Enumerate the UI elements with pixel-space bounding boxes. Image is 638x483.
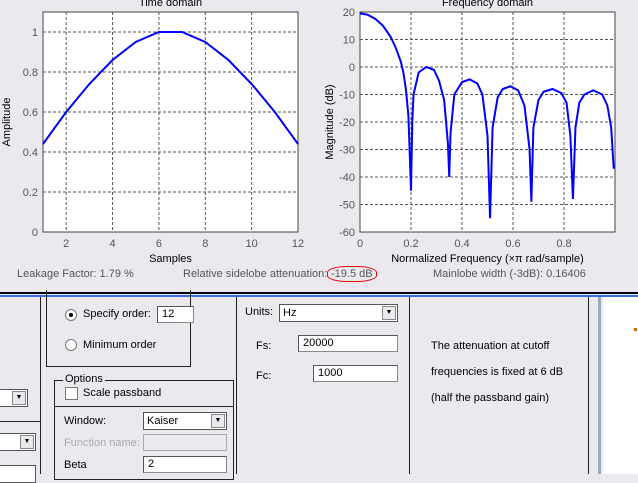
chart-title: Time domain [139, 0, 202, 9]
chevron-down-icon: ▼ [12, 391, 26, 405]
note-line-1: The attenuation at cutoff [431, 340, 550, 352]
time-domain-axes: 2 4 6 8 10 12 0 0.2 0.4 0.6 0.8 1 Time domain Samples… [1, 0, 304, 265]
x-tick-label: 8 [202, 238, 208, 250]
x-tick-label: 0.8 [556, 238, 571, 250]
divider [55, 406, 233, 407]
x-tick-label: 4 [109, 238, 115, 250]
units-select[interactable]: Hz ▼ [279, 304, 398, 322]
y-tick-label: -30 [339, 145, 355, 157]
options-title: Options [63, 373, 105, 385]
y-tick-label: 0.4 [23, 147, 38, 159]
units-value: Hz [283, 307, 297, 319]
x-tick-label: 6 [156, 238, 162, 250]
y-axis-label: Amplitude [1, 98, 13, 147]
x-tick-label: 10 [246, 238, 258, 250]
x-tick-label: 12 [292, 238, 304, 250]
chevron-down-icon: ▼ [211, 414, 225, 428]
y-tick-label: -50 [339, 200, 355, 212]
left-select-2[interactable]: ▼ [0, 433, 36, 451]
y-tick-label: 1 [32, 27, 38, 39]
divider [0, 421, 40, 422]
specify-order-label: Specify order: [83, 308, 151, 320]
specify-order-radio[interactable] [65, 309, 77, 321]
x-axis-label: Normalized Frequency (×π rad/sample) [391, 253, 584, 265]
chevron-down-icon: ▼ [20, 435, 34, 449]
plots-area: 2 4 6 8 10 12 0 0.2 0.4 0.6 0.8 1 Time domain Samples… [1, 0, 616, 265]
sidelobe-value: -19.5 dB [327, 266, 377, 282]
function-name-label: Function name: [64, 437, 140, 449]
plot-area [42, 11, 299, 233]
window-label: Window: [64, 415, 107, 427]
left-select-3[interactable] [0, 465, 36, 483]
frequency-spec-panel [236, 297, 410, 474]
x-tick-label: 2 [63, 238, 69, 250]
order-group [46, 290, 191, 367]
y-tick-label: 0 [32, 227, 38, 239]
y-tick-label: 10 [343, 35, 355, 47]
chart-title: Frequency domain [442, 0, 533, 9]
y-tick-label: -20 [339, 117, 355, 129]
chevron-down-icon: ▼ [382, 306, 396, 320]
note-line-2: frequencies is fixed at 6 dB [431, 366, 564, 378]
y-tick-label: -10 [339, 90, 355, 102]
minimum-order-label: Minimum order [83, 339, 157, 351]
marker [634, 328, 637, 331]
function-name-input[interactable] [143, 434, 227, 451]
frequency-domain-axes: 0 0.2 0.4 0.6 0.8 20 10 0 -10 -20 -30 -40 -50 -60 Freq… [324, 0, 616, 265]
window-select[interactable]: Kaiser ▼ [143, 412, 227, 430]
y-tick-label: 0.2 [23, 187, 38, 199]
x-tick-label: 0.6 [505, 238, 520, 250]
mainlobe-width: Mainlobe width (-3dB): 0.16406 [433, 268, 586, 280]
units-label: Units: [245, 306, 274, 318]
scale-passband-label: Scale passband [83, 387, 162, 399]
fc-input[interactable]: 1000 [313, 365, 398, 382]
y-tick-label: 20 [343, 7, 355, 19]
window-value: Kaiser [147, 415, 179, 427]
x-tick-label: 0 [357, 238, 363, 250]
minimum-order-radio[interactable] [65, 339, 77, 351]
sidelobe-label: Relative sidelobe attenuation: [183, 268, 328, 280]
y-tick-label: 0.8 [23, 67, 38, 79]
leakage-factor: Leakage Factor: 1.79 % [17, 268, 134, 280]
scrollbar-edge[interactable] [598, 297, 601, 474]
preview-area [603, 297, 638, 474]
scale-passband-checkbox[interactable] [65, 387, 78, 400]
y-tick-label: 0.6 [23, 107, 38, 119]
fs-input[interactable]: 20000 [298, 335, 398, 352]
y-axis-label: Magnitude (dB) [324, 84, 336, 159]
note-panel [412, 297, 589, 474]
y-tick-label: -40 [339, 172, 355, 184]
note-line-3: (half the passband gain) [431, 392, 550, 404]
y-tick-label: 0 [349, 62, 355, 74]
fc-label: Fc: [256, 370, 272, 382]
beta-label: Beta [64, 459, 87, 471]
fs-label: Fs: [256, 340, 272, 352]
x-tick-label: 0.2 [403, 238, 418, 250]
order-input[interactable]: 12 [157, 306, 194, 323]
x-tick-label: 0.4 [454, 238, 469, 250]
y-tick-label: -60 [339, 227, 355, 239]
x-axis-label: Samples [149, 253, 192, 265]
beta-input[interactable]: 2 [143, 456, 227, 473]
left-select-1[interactable]: ▼ [0, 389, 28, 407]
